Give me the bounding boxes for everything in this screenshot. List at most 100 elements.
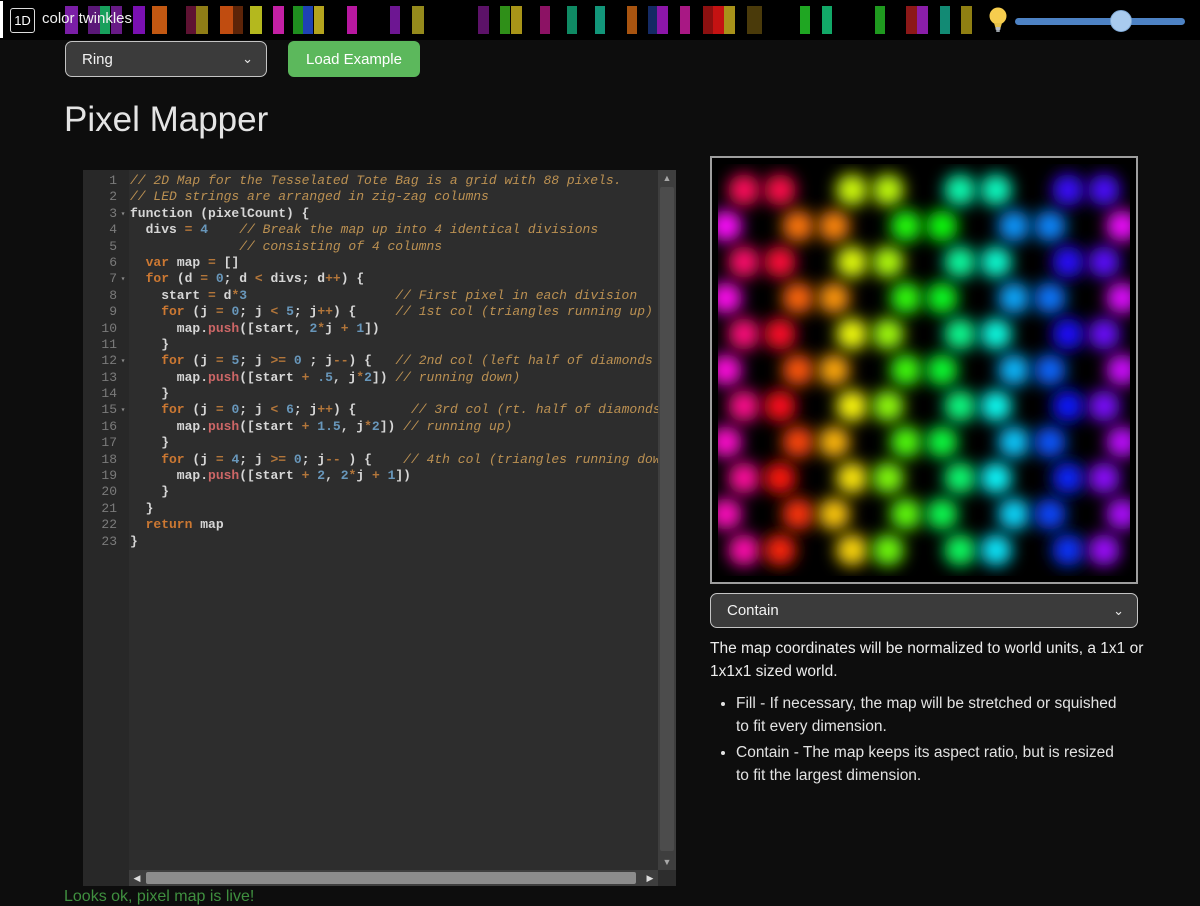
horizontal-scroll-thumb[interactable]: [146, 872, 636, 884]
led-segment: [595, 6, 605, 34]
code-line[interactable]: 11 }: [83, 337, 658, 353]
editor-horizontal-scrollbar[interactable]: ◀ ▶: [129, 870, 658, 886]
active-pattern-name[interactable]: color twinkles: [42, 10, 132, 27]
scale-mode-bullet: Contain - The map keeps its aspect ratio…: [736, 741, 1128, 787]
brightness-slider-track[interactable]: [1015, 18, 1185, 25]
fold-gutter: [117, 517, 129, 533]
brightness-slider[interactable]: [1015, 9, 1185, 33]
pixel-dot: [872, 246, 904, 278]
fold-marker-icon[interactable]: ▾: [117, 206, 129, 222]
pixel-dot: [926, 426, 958, 458]
editor-code-lines[interactable]: 1// 2D Map for the Tesselated Tote Bag i…: [83, 173, 658, 550]
code-text: for (j = 0; j < 5; j++) { // 1st col (tr…: [129, 304, 653, 320]
code-line[interactable]: 7▾ for (d = 0; d < divs; d++) {: [83, 271, 658, 287]
fold-gutter: [117, 255, 129, 271]
code-line[interactable]: 16 map.push([start + 1.5, j*2]) // runni…: [83, 419, 658, 435]
code-line[interactable]: 22 return map: [83, 517, 658, 533]
fold-gutter: [117, 222, 129, 238]
code-line[interactable]: 10 map.push([start, 2*j + 1]): [83, 321, 658, 337]
led-segment: [314, 6, 324, 34]
load-example-button[interactable]: Load Example: [288, 41, 420, 77]
pixel-dot: [980, 318, 1012, 350]
code-line[interactable]: 14 }: [83, 386, 658, 402]
map-example-selected-value: Ring: [66, 51, 242, 68]
top-bar: 1D color twinkles: [0, 0, 1200, 40]
code-line[interactable]: 20 }: [83, 484, 658, 500]
pixel-dot: [1052, 462, 1084, 494]
pixel-dot: [728, 246, 760, 278]
pixel-dot: [890, 354, 922, 386]
code-line[interactable]: 19 map.push([start + 2, 2*j + 1]): [83, 468, 658, 484]
code-line[interactable]: 13 map.push([start + .5, j*2]) // runnin…: [83, 370, 658, 386]
line-number: 10: [83, 321, 117, 337]
code-line[interactable]: 9 for (j = 0; j < 5; j++) { // 1st col (…: [83, 304, 658, 320]
fold-gutter: [117, 484, 129, 500]
code-line[interactable]: 23}: [83, 534, 658, 550]
led-segment: [917, 6, 928, 34]
code-line[interactable]: 5 // consisting of 4 columns: [83, 239, 658, 255]
code-text: for (j = 0; j < 6; j++) { // 3rd col (rt…: [129, 402, 658, 418]
pixel-dot: [1034, 498, 1066, 530]
led-segment: [133, 6, 145, 34]
pixel-dot: [1052, 318, 1084, 350]
code-line[interactable]: 18 for (j = 4; j >= 0; j-- ) { // 4th co…: [83, 452, 658, 468]
led-segment: [196, 6, 208, 34]
map-example-select[interactable]: Ring ⌄: [65, 41, 267, 77]
led-segment: [657, 6, 668, 34]
pixel-dot: [980, 534, 1012, 566]
scroll-down-icon[interactable]: ▼: [658, 854, 676, 870]
code-line[interactable]: 1// 2D Map for the Tesselated Tote Bag i…: [83, 173, 658, 189]
scroll-up-icon[interactable]: ▲: [658, 170, 676, 186]
code-line[interactable]: 12▾ for (j = 5; j >= 0 ; j--) { // 2nd c…: [83, 353, 658, 369]
pixel-dot: [728, 534, 760, 566]
fold-gutter: [117, 501, 129, 517]
map-code-editor[interactable]: 1// 2D Map for the Tesselated Tote Bag i…: [83, 170, 676, 886]
pixel-dot: [836, 462, 868, 494]
chevron-down-icon: ⌄: [1113, 603, 1137, 619]
code-text: }: [129, 435, 169, 451]
scroll-left-icon[interactable]: ◀: [129, 870, 145, 886]
led-segment: [906, 6, 917, 34]
fold-gutter: [117, 370, 129, 386]
pixel-dot: [926, 282, 958, 314]
led-segment: [303, 6, 313, 34]
code-line[interactable]: 15▾ for (j = 0; j < 6; j++) { // 3rd col…: [83, 402, 658, 418]
pixel-dot: [1088, 174, 1120, 206]
pixel-dot: [944, 246, 976, 278]
code-text: for (j = 5; j >= 0 ; j--) { // 2nd col (…: [129, 353, 653, 369]
code-line[interactable]: 3▾function (pixelCount) {: [83, 206, 658, 222]
pixel-dot: [782, 498, 814, 530]
pixel-dot: [890, 210, 922, 242]
pixel-dot: [764, 462, 796, 494]
pixel-dot: [1034, 426, 1066, 458]
fold-marker-icon[interactable]: ▾: [117, 271, 129, 287]
code-line[interactable]: 4 divs = 4 // Break the map up into 4 id…: [83, 222, 658, 238]
fold-gutter: [117, 435, 129, 451]
editor-vertical-scrollbar[interactable]: ▲ ▼: [658, 170, 676, 870]
fold-marker-icon[interactable]: ▾: [117, 353, 129, 369]
fold-gutter: [117, 321, 129, 337]
led-segment: [961, 6, 972, 34]
code-line[interactable]: 2// LED strings are arranged in zig-zag …: [83, 189, 658, 205]
fold-marker-icon[interactable]: ▾: [117, 402, 129, 418]
code-line[interactable]: 6 var map = []: [83, 255, 658, 271]
led-segment: [875, 6, 885, 34]
led-segment: [747, 6, 762, 34]
led-segment: [186, 6, 196, 34]
code-line[interactable]: 17 }: [83, 435, 658, 451]
led-segment: [347, 6, 357, 34]
code-line[interactable]: 8 start = d*3 // First pixel in each div…: [83, 288, 658, 304]
scale-mode-select[interactable]: Contain ⌄: [710, 593, 1138, 628]
line-number: 14: [83, 386, 117, 402]
scale-mode-selected-value: Contain: [711, 602, 1113, 619]
code-text: }: [129, 386, 169, 402]
pixel-dot: [1088, 534, 1120, 566]
pixel-dot: [944, 390, 976, 422]
code-line[interactable]: 21 }: [83, 501, 658, 517]
vertical-scroll-thumb[interactable]: [660, 187, 674, 851]
scroll-right-icon[interactable]: ▶: [642, 870, 658, 886]
pixel-dot: [764, 174, 796, 206]
line-number: 18: [83, 452, 117, 468]
brightness-slider-thumb[interactable]: [1110, 10, 1132, 32]
pixel-dot: [728, 390, 760, 422]
